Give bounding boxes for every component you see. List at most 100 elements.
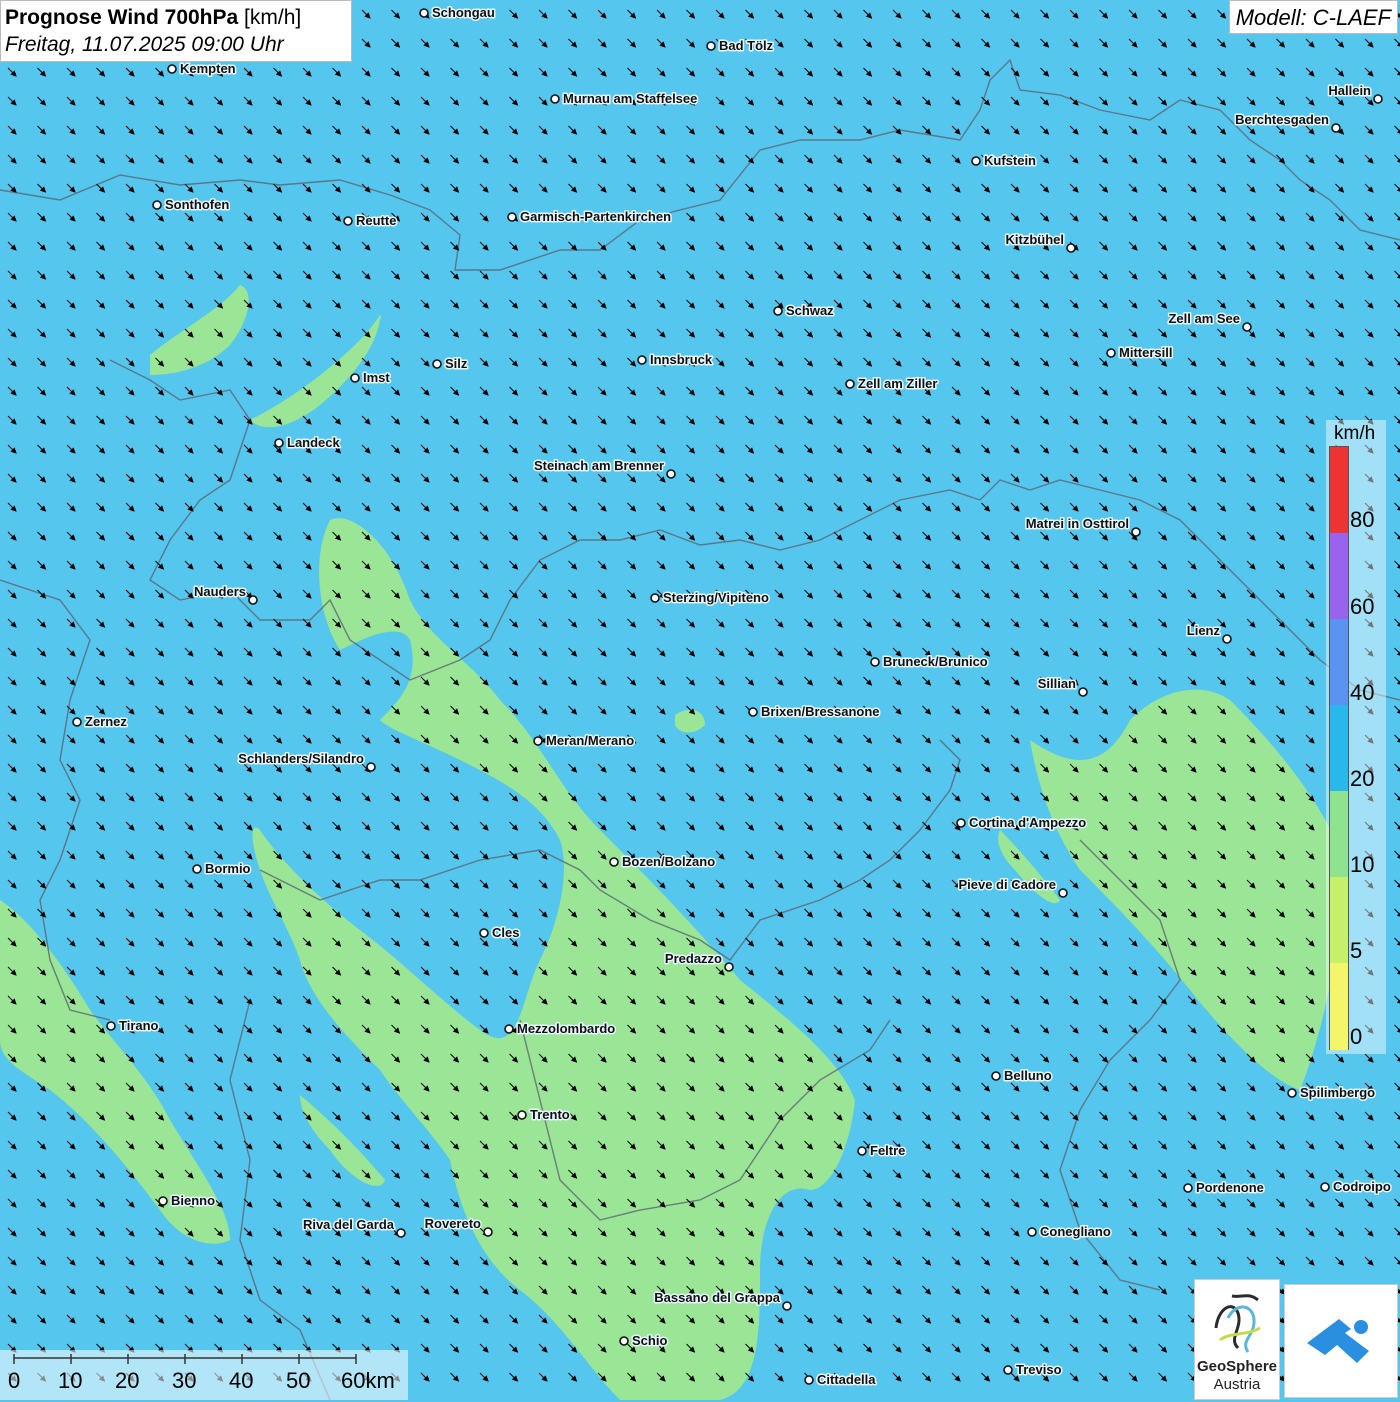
scale-tick-label: 20: [115, 1368, 139, 1394]
city-label: Cortina d'Ampezzo: [969, 815, 1086, 830]
legend-tick-label: 0: [1350, 1024, 1362, 1050]
city-dot: [846, 380, 854, 388]
city-marker[interactable]: Sonthofen: [153, 197, 229, 212]
scale-tick-label: 60km: [341, 1368, 395, 1394]
city-dot: [275, 439, 283, 447]
city-dot: [508, 213, 516, 221]
city-dot: [344, 217, 352, 225]
city-marker[interactable]: Schongau: [420, 5, 495, 20]
city-marker[interactable]: Meran/Merano: [534, 733, 634, 748]
city-label: Codroipo: [1333, 1179, 1391, 1194]
city-dot: [957, 819, 965, 827]
city-label: Berchtesgaden: [1235, 112, 1329, 127]
city-dot: [433, 360, 441, 368]
city-dot: [73, 718, 81, 726]
map-title-box: Prognose Wind 700hPa [km/h] Freitag, 11.…: [0, 0, 352, 62]
city-marker[interactable]: Zell am Ziller: [846, 376, 937, 391]
city-dot: [484, 1228, 492, 1236]
city-dot: [1223, 635, 1231, 643]
city-label: Mezzolombardo: [517, 1021, 615, 1036]
city-label: Bormio: [205, 861, 251, 876]
city-label: Reutte: [356, 213, 396, 228]
legend-band: [1330, 533, 1348, 620]
scale-tick-label: 0: [8, 1368, 20, 1394]
city-dot: [972, 157, 980, 165]
city-label: Mittersill: [1119, 345, 1172, 360]
city-dot: [1332, 124, 1340, 132]
city-label: Brixen/Bressanone: [761, 704, 880, 719]
city-label: Predazzo: [665, 951, 722, 966]
city-dot: [610, 858, 618, 866]
city-label: Murnau am Staffelsee: [563, 91, 697, 106]
city-dot: [1184, 1184, 1192, 1192]
city-label: Meran/Merano: [546, 733, 634, 748]
city-label: Cles: [492, 925, 519, 940]
wind-map[interactable]: SchongauBad TölzKemptenMurnau am Staffel…: [0, 0, 1400, 1400]
map-title-main: Prognose Wind 700hPa: [5, 6, 238, 29]
city-label: Conegliano: [1040, 1224, 1111, 1239]
city-label: Zell am See: [1168, 311, 1240, 326]
city-dot: [1321, 1183, 1329, 1191]
city-dot: [871, 658, 879, 666]
city-label: Hallein: [1328, 83, 1371, 98]
city-label: Bienno: [171, 1193, 215, 1208]
geosphere-logo[interactable]: GeoSphere Austria: [1194, 1279, 1280, 1400]
weather-app-logo[interactable]: [1284, 1284, 1398, 1398]
city-label: Garmisch-Partenkirchen: [520, 209, 671, 224]
city-label: Pordenone: [1196, 1180, 1264, 1195]
city-dot: [1028, 1228, 1036, 1236]
city-dot: [249, 596, 257, 604]
city-label: Schwaz: [786, 303, 834, 318]
city-label: Treviso: [1016, 1362, 1062, 1377]
city-label: Feltre: [870, 1143, 905, 1158]
city-dot: [551, 95, 559, 103]
map-title: Prognose Wind 700hPa [km/h]: [5, 4, 347, 32]
city-label: Lienz: [1187, 623, 1221, 638]
model-label: Modell: C-LAEF: [1229, 0, 1398, 34]
city-label: Matrei in Osttirol: [1026, 516, 1129, 531]
city-marker[interactable]: Innsbruck: [638, 352, 713, 367]
city-marker[interactable]: Pordenone: [1184, 1180, 1264, 1195]
legend-tick-label: 80: [1350, 507, 1374, 533]
city-dot: [505, 1025, 513, 1033]
city-label: Innsbruck: [650, 352, 713, 367]
city-marker[interactable]: Conegliano: [1028, 1224, 1111, 1239]
city-marker[interactable]: Mezzolombardo: [505, 1021, 615, 1036]
city-label: Schongau: [432, 5, 495, 20]
scale-tick-label: 10: [58, 1368, 82, 1394]
city-dot: [667, 470, 675, 478]
city-dot: [168, 65, 176, 73]
city-dot: [651, 594, 659, 602]
city-marker[interactable]: Sterzing/Vipiteno: [651, 590, 769, 605]
city-marker[interactable]: Brixen/Bressanone: [749, 704, 880, 719]
city-label: Silz: [445, 356, 468, 371]
city-dot: [620, 1337, 628, 1345]
city-label: Zell am Ziller: [858, 376, 937, 391]
legend-tick-label: 60: [1350, 594, 1374, 620]
city-dot: [534, 737, 542, 745]
city-marker[interactable]: Bruneck/Brunico: [871, 654, 988, 669]
city-marker[interactable]: Garmisch-Partenkirchen: [508, 209, 671, 224]
city-label: Spilimbergo: [1300, 1085, 1375, 1100]
city-marker[interactable]: Murnau am Staffelsee: [551, 91, 697, 106]
city-dot: [749, 708, 757, 716]
scale-tick-label: 50: [286, 1368, 310, 1394]
app-arrow-icon: [1285, 1285, 1397, 1397]
city-dot: [1288, 1089, 1296, 1097]
city-dot: [153, 201, 161, 209]
city-label: Belluno: [1004, 1068, 1052, 1083]
city-label: Rovereto: [425, 1216, 481, 1231]
geosphere-logo-line2: Austria: [1195, 1376, 1279, 1393]
city-label: Bruneck/Brunico: [883, 654, 988, 669]
city-dot: [1059, 889, 1067, 897]
city-dot: [397, 1229, 405, 1237]
city-marker[interactable]: Cortina d'Ampezzo: [957, 815, 1086, 830]
legend-band: [1330, 447, 1348, 534]
city-label: Zernez: [85, 714, 127, 729]
city-label: Trento: [530, 1107, 570, 1122]
city-dot: [159, 1197, 167, 1205]
city-dot: [1004, 1366, 1012, 1374]
map-title-unit: [km/h]: [244, 6, 301, 29]
city-marker[interactable]: Spilimbergo: [1288, 1085, 1375, 1100]
city-marker[interactable]: Bozen/Bolzano: [610, 854, 715, 869]
